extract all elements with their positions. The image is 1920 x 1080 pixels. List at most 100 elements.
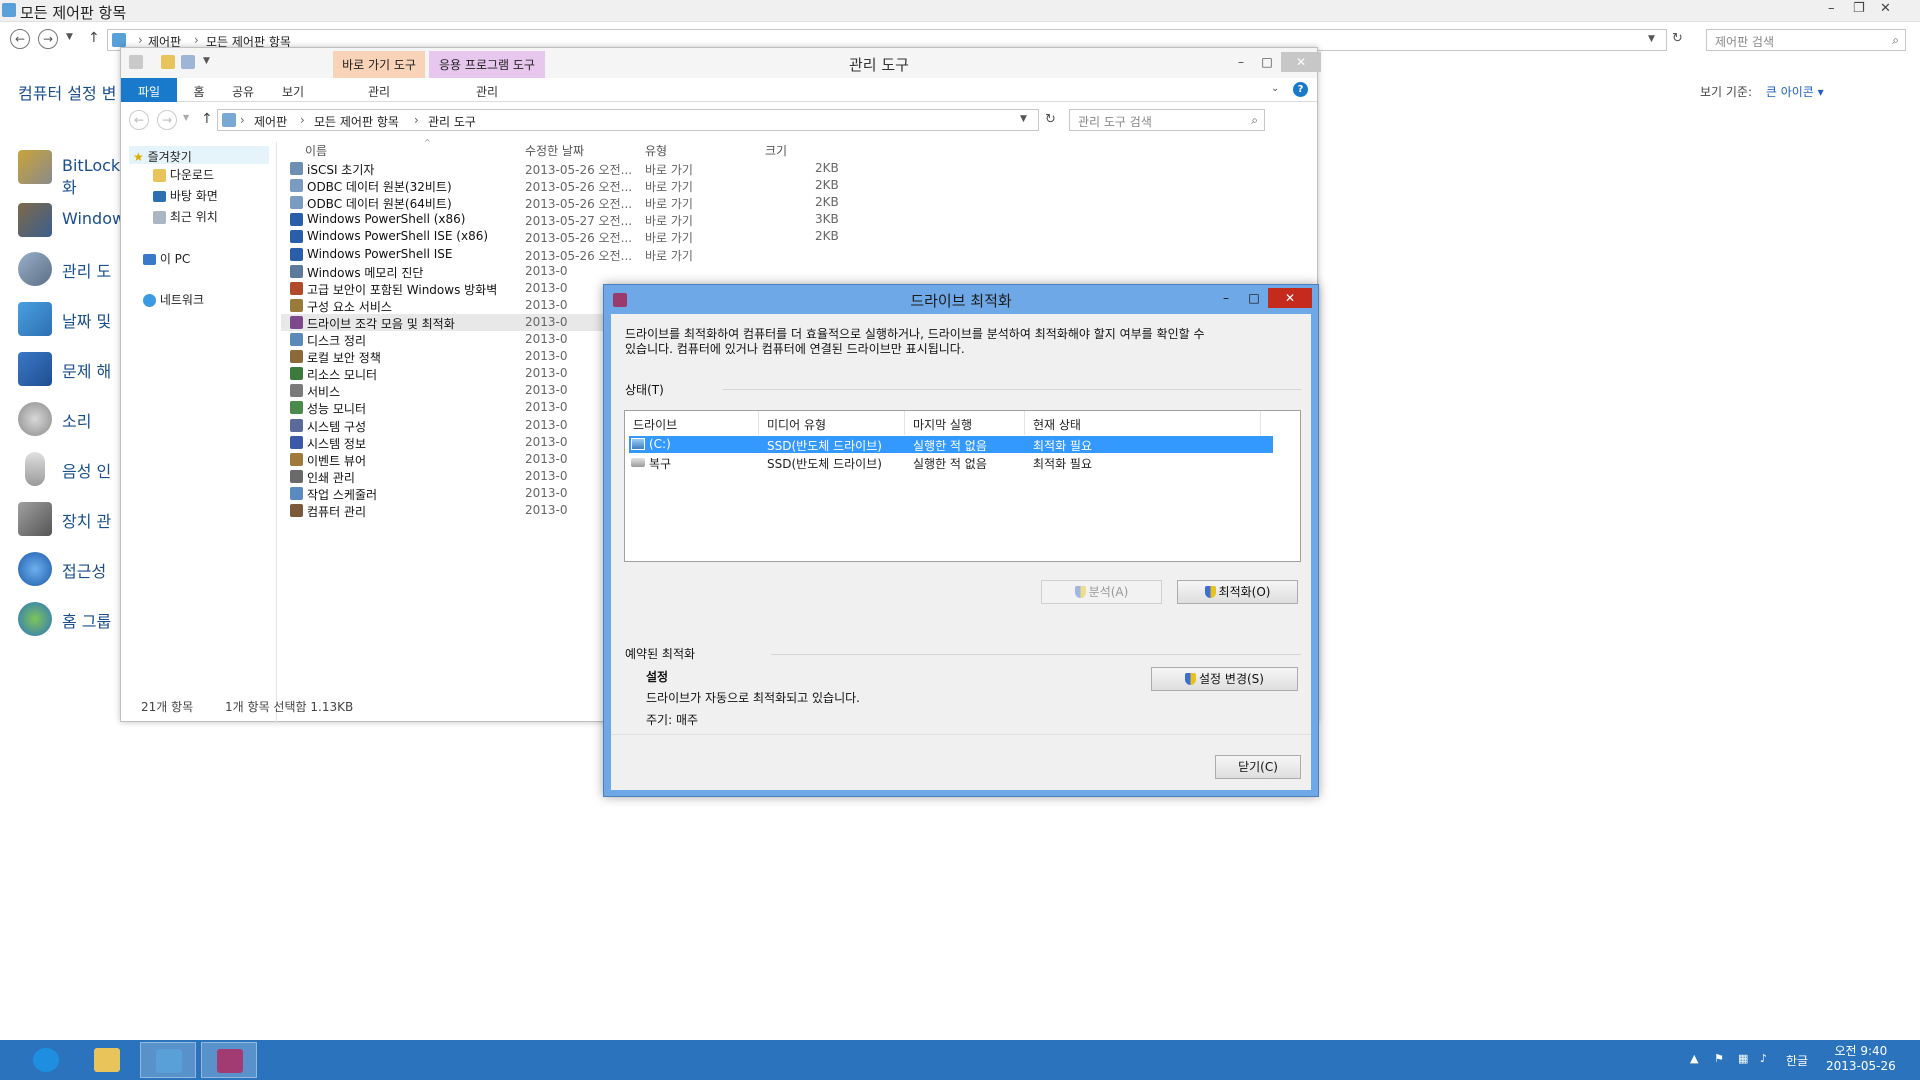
back-button[interactable]: ← — [129, 110, 149, 130]
back-button[interactable]: ← — [10, 29, 30, 49]
file-row[interactable]: Windows PowerShell ISE 2013-05-26 오전... 바로… — [281, 246, 1311, 263]
column-header-name[interactable]: 이름 — [305, 142, 327, 159]
address-dropdown-icon[interactable]: ▼ — [1648, 34, 1655, 44]
minimize-icon[interactable]: – — [1227, 52, 1255, 72]
taskbar-file-explorer[interactable] — [79, 1042, 135, 1078]
search-icon[interactable]: ⌕ — [1251, 113, 1258, 128]
tab-view[interactable]: 보기 — [271, 80, 315, 102]
input-language-indicator[interactable]: 한글 — [1786, 1052, 1808, 1069]
file-date: 2013-0 — [525, 383, 568, 398]
column-header-size[interactable]: 크기 — [765, 142, 787, 159]
file-date: 2013-0 — [525, 468, 568, 483]
cp-item-bitlocker[interactable]: BitLocke 화 — [18, 150, 129, 197]
search-icon[interactable]: ⌕ — [1892, 33, 1899, 48]
refresh-icon[interactable]: ↻ — [1045, 112, 1056, 127]
analyze-button[interactable]: 분석(A) — [1041, 580, 1162, 604]
nav-favorites[interactable]: ★ 즐겨찾기 — [129, 146, 269, 164]
history-dropdown-icon[interactable]: ▼ — [66, 32, 73, 42]
tab-home[interactable]: 홈 — [181, 80, 217, 102]
file-row[interactable]: ODBC 데이터 원본(64비트) 2013-05-26 오전... 바로 가기 2K… — [281, 194, 1311, 211]
cp-item-speech-recognition[interactable]: 음성 인 — [18, 452, 128, 492]
drive-row[interactable]: (C:) SSD(반도체 드라이브) 실행한 적 없음 최적화 필요 — [629, 436, 1273, 453]
breadcrumb-all-items[interactable]: 모든 제어판 항목 — [314, 113, 399, 130]
refresh-icon[interactable]: ↻ — [1672, 31, 1683, 46]
help-icon[interactable]: ? — [1293, 82, 1308, 97]
restore-icon[interactable]: ❐ — [1853, 1, 1865, 16]
file-row[interactable]: iSCSI 초기자 2013-05-26 오전... 바로 가기 2KB — [281, 160, 1311, 177]
close-icon[interactable]: ✕ — [1880, 1, 1891, 16]
column-header-type[interactable]: 유형 — [645, 142, 667, 159]
taskbar-drive-optimizer[interactable] — [201, 1042, 257, 1078]
up-button[interactable]: ↑ — [201, 111, 213, 127]
file-row[interactable]: ODBC 데이터 원본(32비트) 2013-05-26 오전... 바로 가기 2K… — [281, 177, 1311, 194]
nav-network[interactable]: 네트워크 — [143, 291, 204, 308]
view-by-value[interactable]: 큰 아이콘 ▾ — [1766, 85, 1824, 99]
tab-manage-application[interactable]: 관리 — [429, 80, 545, 102]
up-button[interactable]: ↑ — [88, 30, 100, 46]
maximize-icon[interactable]: □ — [1240, 288, 1268, 308]
tab-manage-shortcut[interactable]: 관리 — [333, 80, 425, 102]
flag-icon[interactable]: ⚑ — [1714, 1052, 1728, 1066]
nav-recent-places[interactable]: 최근 위치 — [153, 208, 218, 225]
cp-item-device-manager[interactable]: 장치 관 — [18, 502, 128, 542]
change-settings-button[interactable]: 설정 변경(S) — [1151, 667, 1298, 691]
file-date: 2013-0 — [525, 280, 568, 295]
taskbar-control-panel[interactable] — [140, 1042, 196, 1078]
address-dropdown-icon[interactable]: ▼ — [1020, 114, 1027, 124]
nav-label: 바탕 화면 — [169, 189, 218, 203]
forward-button[interactable]: → — [157, 110, 177, 130]
column-header-last-run[interactable]: 마지막 실행 — [905, 411, 1025, 435]
breadcrumb-admin-tools[interactable]: 관리 도구 — [428, 113, 476, 130]
speech-recognition-icon — [25, 452, 45, 486]
quick-access-dropdown-icon[interactable]: ▼ — [203, 56, 210, 66]
breadcrumb-control-panel[interactable]: 제어판 — [254, 113, 287, 130]
cp-item-admin-tools[interactable]: 관리 도 — [18, 252, 128, 292]
tab-share[interactable]: 공유 — [221, 80, 265, 102]
volume-icon[interactable]: ♪ — [1760, 1052, 1774, 1066]
minimize-icon[interactable]: – — [1828, 1, 1835, 16]
drive-row[interactable]: 복구 SSD(반도체 드라이브) 실행한 적 없음 최적화 필요 — [629, 454, 1273, 471]
nav-this-pc[interactable]: 이 PC — [143, 250, 190, 267]
cp-item-sound[interactable]: 소리 — [18, 402, 128, 442]
close-button[interactable]: 닫기(C) — [1215, 755, 1301, 779]
file-row[interactable]: Windows 메모리 진단 2013-0 — [281, 263, 1311, 280]
network-tray-icon[interactable]: ▦ — [1738, 1052, 1752, 1066]
file-row[interactable]: Windows PowerShell ISE (x86) 2013-05-26 오… — [281, 228, 1311, 245]
file-row[interactable]: Windows PowerShell (x86) 2013-05-27 오전...… — [281, 211, 1311, 228]
taskbar-internet-explorer[interactable] — [18, 1042, 74, 1078]
explorer-address-bar[interactable]: › 제어판 › 모든 제어판 항목 › 관리 도구 ▼ — [217, 109, 1039, 131]
column-header-drive[interactable]: 드라이브 — [625, 411, 759, 435]
cp-item-troubleshooting[interactable]: 문제 해 — [18, 352, 128, 392]
column-header-media-type[interactable]: 미디어 유형 — [759, 411, 905, 435]
file-name: 시스템 정보 — [307, 436, 367, 451]
column-header-current-status[interactable]: 현재 상태 — [1025, 411, 1261, 435]
cp-item-ease-of-access[interactable]: 접근성 — [18, 552, 128, 592]
tab-file[interactable]: 파일 — [121, 78, 177, 102]
drive-list[interactable]: 드라이브 미디어 유형 마지막 실행 현재 상태 (C:) SSD(반도체 드라… — [624, 410, 1301, 562]
quick-access-save-icon[interactable] — [181, 55, 195, 69]
nav-desktop[interactable]: 바탕 화면 — [153, 187, 218, 204]
explorer-search-input[interactable]: 관리 도구 검색 ⌕ — [1069, 109, 1265, 131]
close-icon[interactable]: ✕ — [1268, 288, 1312, 308]
view-by-selector[interactable]: 보기 기준: 큰 아이콘 ▾ — [1700, 83, 1824, 100]
control-panel-search-input[interactable]: 제어판 검색 ⌕ — [1706, 29, 1906, 51]
quick-access-properties-icon[interactable] — [129, 55, 143, 69]
control-panel-icon — [2, 3, 16, 17]
cp-item-homegroup[interactable]: 홈 그룹 — [18, 602, 128, 642]
history-dropdown-icon[interactable]: ▼ — [183, 113, 189, 122]
column-header-date[interactable]: 수정한 날짜 — [525, 142, 584, 159]
control-panel-small-icon — [222, 113, 236, 127]
clock[interactable]: 오전 9:40 2013-05-26 — [1826, 1044, 1896, 1074]
file-name: 작업 스케줄러 — [307, 487, 378, 502]
close-icon[interactable]: ✕ — [1281, 52, 1321, 72]
ribbon-expand-icon[interactable]: ⌄ — [1271, 83, 1279, 94]
cp-item-date-time[interactable]: 날짜 및 — [18, 302, 128, 342]
show-hidden-icons-icon[interactable]: ▲ — [1690, 1052, 1704, 1066]
maximize-icon[interactable]: □ — [1253, 52, 1281, 72]
optimize-button[interactable]: 최적화(O) — [1177, 580, 1298, 604]
forward-button[interactable]: → — [38, 29, 58, 49]
cp-item-windows-firewall[interactable]: Window — [18, 203, 128, 243]
minimize-icon[interactable]: – — [1212, 288, 1240, 308]
nav-downloads[interactable]: 다운로드 — [153, 166, 214, 183]
quick-access-new-folder-icon[interactable] — [161, 55, 175, 69]
